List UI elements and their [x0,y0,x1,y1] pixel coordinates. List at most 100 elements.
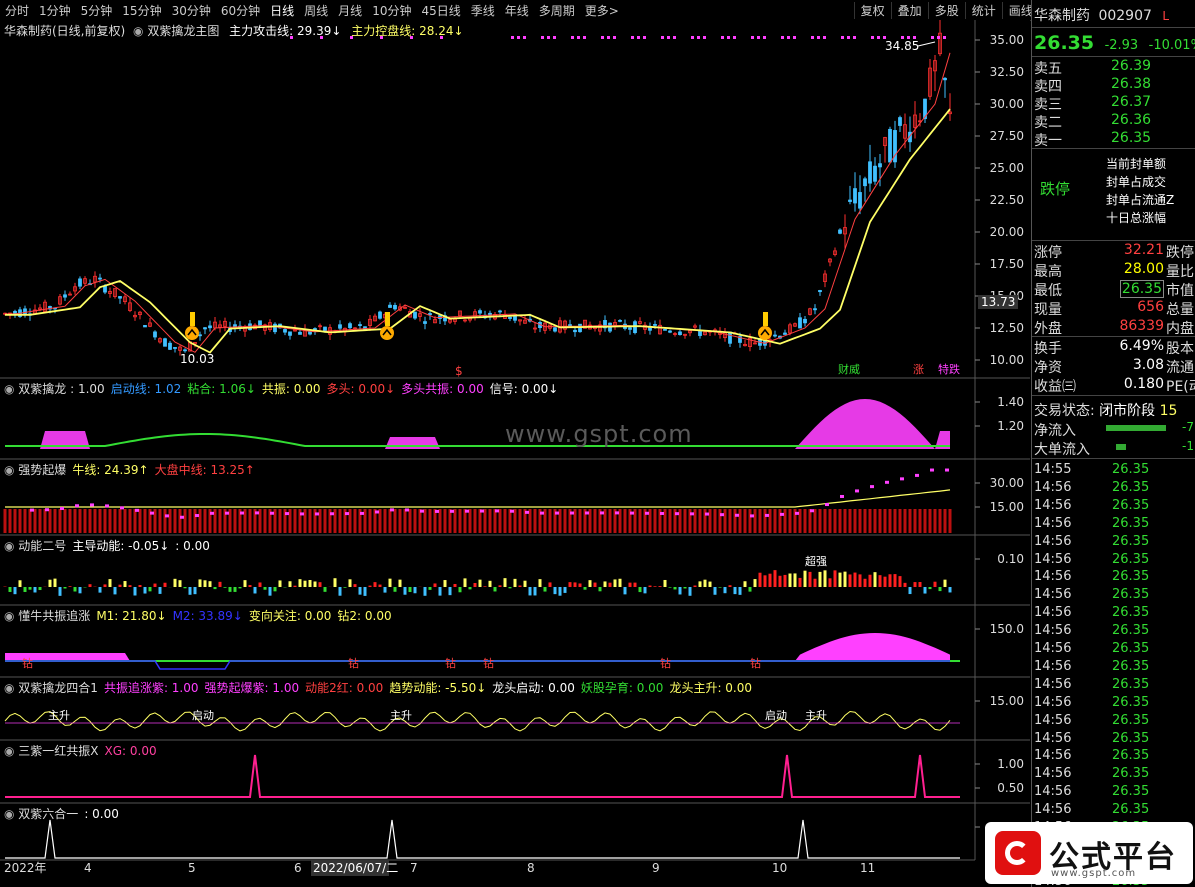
tick-price: 26.35 [1112,551,1150,567]
tick-row: 14:56 26.35 [1034,498,1195,516]
order-book-label: 卖二 [1034,115,1062,131]
tick-row: 14:56 26.35 [1034,731,1195,749]
panel-menu-icon[interactable]: ◉ [4,539,18,553]
timeframe-tab[interactable]: 60分钟 [216,2,265,19]
tick-price: 26.35 [1112,533,1150,549]
timeframe-tab[interactable]: 周线 [299,2,333,19]
panel-header-item: 共振: 0.00 [261,382,321,396]
toolbar-button[interactable]: 复权 [853,1,891,19]
low-label: 10.03 [180,352,214,366]
tick-row: 14:56 26.35 [1034,623,1195,641]
tick-row: 14:56 26.35 [1034,641,1195,659]
tick-time: 14:56 [1034,551,1072,567]
y-tick-label: 25.00 [990,161,1024,175]
panel-menu-icon[interactable]: ◉ [4,681,18,695]
tick-row: 14:56 26.35 [1034,713,1195,731]
panel-header-item: 妖股孕育: 0.00 [580,681,664,695]
stat-value: 32.21 [1123,242,1164,258]
panel-header-item: M1: 21.80↓ [96,609,167,623]
seal-info-item: 封单占成交 [1106,175,1167,189]
stat2-value: 6.49% [1119,338,1164,354]
flow-row: 净流入 -7 [1034,420,1195,439]
toolbar-button[interactable]: 叠加 [890,1,928,19]
attack-line-label: 主力攻击线: 29.39↓ [229,24,342,38]
stage-label: 主升 [390,709,412,722]
timeframe-tab[interactable]: 季线 [466,2,500,19]
tick-time: 14:56 [1034,802,1072,818]
brand-logo: 公式平台 www.gspt.com [985,822,1193,884]
control-line-label: 主力控盘线: 28.24↓ [351,24,464,38]
tick-time: 14:56 [1034,605,1072,621]
toolbar-button[interactable]: 统计 [964,1,1002,19]
panel-header-item: 牛线: 24.39↑ [72,463,149,477]
timeframe-tab[interactable]: 15分钟 [117,2,166,19]
tick-time: 14:56 [1034,587,1072,603]
stat-label: 最低 [1034,283,1062,299]
timeframe-tabs: 分时 1分钟 5分钟 15分钟 30分钟 60分钟 日线 周线 月线 10分钟 45日线 季线 年线 多周… [0,2,624,19]
top-toolbar: 分时 1分钟 5分钟 15分钟 30分钟 60分钟 日线 周线 月线 10分钟 45日线 季线 年线 多周… [0,0,1195,21]
panel-tick-label: 1.20 [997,419,1024,433]
stat2-label-2: PE(动 [1166,379,1195,395]
timeframe-tab[interactable]: 1分钟 [34,2,76,19]
price-tag: 13.73 [978,295,1019,309]
tick-time: 14:56 [1034,694,1072,710]
panel-tick-label: 30.00 [990,476,1024,490]
stock-flag: L [1162,9,1170,23]
stat2-label-2: 股本 [1166,341,1194,357]
tick-time: 14:56 [1034,623,1072,639]
high-label: 34.85 [885,39,919,53]
timeframe-tab[interactable]: 多周期 [534,2,580,19]
order-book-label: 卖三 [1034,97,1062,113]
logo-domain: www.gspt.com [1051,868,1137,879]
y-tick-label: 22.50 [990,193,1024,207]
last-price: 26.35 [1034,32,1095,54]
stat2-label: 换手 [1034,341,1062,357]
timeframe-tab[interactable]: 45日线 [416,2,465,19]
flow-value: -1 [1182,439,1194,453]
panel-menu-icon[interactable]: ◉ [4,463,18,477]
seal-info-item: 当前封单额 [1106,157,1167,171]
tick-time: 14:56 [1034,712,1072,728]
stat-label-2: 量比 [1166,264,1194,280]
panel-tick-label: 150.0 [990,622,1024,636]
timeframe-tab[interactable]: 分时 [0,2,34,19]
panel-tick-label: 1.00 [997,757,1024,771]
panel-header-item: 变向关注: 0.00 [248,609,332,623]
timeframe-tab[interactable]: 10分钟 [367,2,416,19]
y-tick-label: 20.00 [990,225,1024,239]
stat-value: 26.35 [1119,280,1164,298]
toolbar-button[interactable]: 多股 [927,1,965,19]
panel-header-item: 信号: 0.00↓ [489,382,559,396]
tick-price: 26.35 [1112,748,1150,764]
tick-time: 14:56 [1034,479,1072,495]
timeframe-tab[interactable]: 年线 [500,2,534,19]
price-change: -2.93 [1104,38,1139,53]
indicator-dropdown-icon[interactable]: ◉ [133,24,143,38]
y-tick-label: 32.50 [990,65,1024,79]
stage-label: 启动 [192,709,214,722]
panel-menu-icon[interactable]: ◉ [4,382,18,396]
panel-header-item: : 0.00 [175,539,210,553]
timeframe-tab[interactable]: 5分钟 [76,2,118,19]
tick-row: 14:55 26.35 [1034,462,1195,480]
panel-menu-icon[interactable]: ◉ [4,744,18,758]
tick-row: 14:56 26.35 [1034,766,1195,784]
panel-header-item: 动能2红: 0.00 [305,681,384,695]
trade-state: 闭市阶段 [1099,403,1156,419]
tick-row: 14:56 26.35 [1034,659,1195,677]
timeframe-tab[interactable]: 30分钟 [167,2,216,19]
x-axis-label: 4 [84,861,92,875]
bottom-marker: 财威 [838,362,860,376]
tick-time: 14:56 [1034,784,1072,800]
indicator-name[interactable]: 双紫擒龙主图 [147,24,219,38]
panel-menu-icon[interactable]: ◉ [4,807,18,821]
panel-header-item: 钻2: 0.00 [337,609,392,623]
x-axis-label: 2022年 [4,861,47,875]
timeframe-tab[interactable]: 日线 [265,2,299,19]
tick-time: 14:55 [1034,462,1072,477]
tick-price: 26.35 [1112,515,1150,531]
panel-menu-icon[interactable]: ◉ [4,609,18,623]
timeframe-tab[interactable]: 月线 [333,2,367,19]
timeframe-tab[interactable]: 更多> [580,2,624,19]
diamond-label: 钻 [660,656,671,670]
